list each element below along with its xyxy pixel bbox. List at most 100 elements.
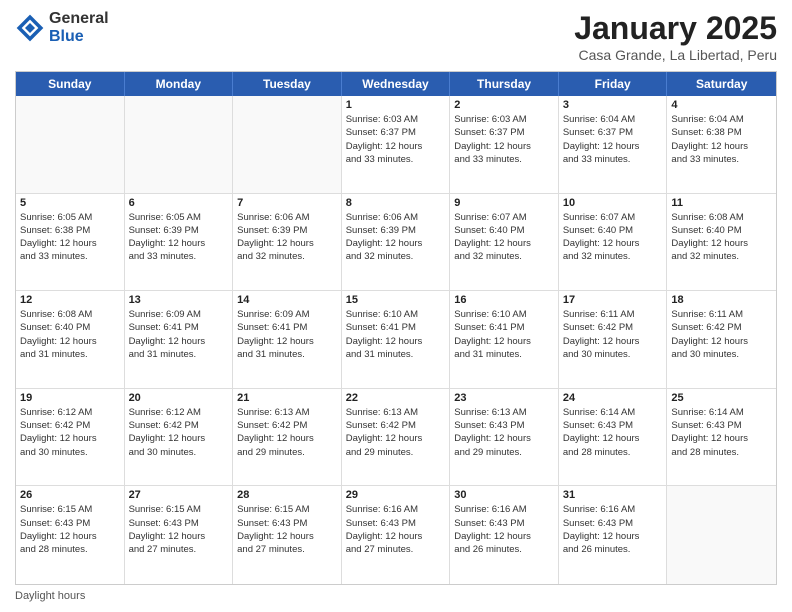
header-day-sunday: Sunday bbox=[16, 72, 125, 96]
week-row-2: 5 Sunrise: 6:05 AMSunset: 6:38 PMDaylight… bbox=[16, 194, 776, 292]
day-info: Sunrise: 6:11 AMSunset: 6:42 PMDaylight:… bbox=[671, 308, 772, 361]
day-number: 12 bbox=[20, 294, 120, 306]
cal-cell: 30Sunrise: 6:16 AMSunset: 6:43 PMDayligh… bbox=[450, 486, 559, 584]
cal-cell: 11 Sunrise: 6:08 AMSunset: 6:40 PMDayligh… bbox=[667, 194, 776, 291]
cal-cell: 23Sunrise: 6:13 AMSunset: 6:43 PMDayligh… bbox=[450, 389, 559, 486]
title-block: January 2025 Casa Grande, La Libertad, P… bbox=[574, 10, 777, 63]
header-day-saturday: Saturday bbox=[667, 72, 776, 96]
day-number: 20 bbox=[129, 392, 229, 404]
week-row-1: 1 Sunrise: 6:03 AMSunset: 6:37 PMDaylight… bbox=[16, 96, 776, 194]
cal-cell: 5 Sunrise: 6:05 AMSunset: 6:38 PMDaylight… bbox=[16, 194, 125, 291]
cal-cell: 3 Sunrise: 6:04 AMSunset: 6:37 PMDaylight… bbox=[559, 96, 668, 193]
day-info: Sunrise: 6:07 AMSunset: 6:40 PMDaylight:… bbox=[454, 211, 554, 264]
cal-cell: 20 Sunrise: 6:12 AMSunset: 6:42 PMDayligh… bbox=[125, 389, 234, 486]
day-number: 19 bbox=[20, 392, 120, 404]
day-number: 28 bbox=[237, 489, 337, 501]
day-info: Sunrise: 6:16 AMSunset: 6:43 PMDaylight:… bbox=[563, 503, 663, 556]
cal-cell: 25 Sunrise: 6:14 AMSunset: 6:43 PMDayligh… bbox=[667, 389, 776, 486]
day-number: 18 bbox=[671, 294, 772, 306]
cal-cell: 14 Sunrise: 6:09 AMSunset: 6:41 PMDayligh… bbox=[233, 291, 342, 388]
day-info: Sunrise: 6:16 AMSunset: 6:43 PMDaylight:… bbox=[346, 503, 446, 556]
day-info: Sunrise: 6:14 AMSunset: 6:43 PMDaylight:… bbox=[671, 406, 772, 459]
day-info: Sunrise: 6:06 AMSunset: 6:39 PMDaylight:… bbox=[237, 211, 337, 264]
calendar-header: SundayMondayTuesdayWednesdayThursdayFrid… bbox=[16, 72, 776, 96]
day-number: 8 bbox=[346, 197, 446, 209]
day-number: 3 bbox=[563, 99, 663, 111]
day-number: 2 bbox=[454, 99, 554, 111]
day-info: Sunrise: 6:15 AMSunset: 6:43 PMDaylight:… bbox=[237, 503, 337, 556]
day-number: 11 bbox=[671, 197, 772, 209]
cal-cell: 29Sunrise: 6:16 AMSunset: 6:43 PMDayligh… bbox=[342, 486, 451, 584]
cal-cell: 6Sunrise: 6:05 AMSunset: 6:39 PMDaylight… bbox=[125, 194, 234, 291]
header: General Blue January 2025 Casa Grande, L… bbox=[15, 10, 777, 63]
cal-cell: 16Sunrise: 6:10 AMSunset: 6:41 PMDayligh… bbox=[450, 291, 559, 388]
day-number: 5 bbox=[20, 197, 120, 209]
day-number: 10 bbox=[563, 197, 663, 209]
header-day-thursday: Thursday bbox=[450, 72, 559, 96]
day-info: Sunrise: 6:16 AMSunset: 6:43 PMDaylight:… bbox=[454, 503, 554, 556]
day-info: Sunrise: 6:09 AMSunset: 6:41 PMDaylight:… bbox=[129, 308, 229, 361]
day-number: 14 bbox=[237, 294, 337, 306]
day-number: 31 bbox=[563, 489, 663, 501]
day-number: 24 bbox=[563, 392, 663, 404]
day-info: Sunrise: 6:04 AMSunset: 6:37 PMDaylight:… bbox=[563, 113, 663, 166]
cal-cell bbox=[233, 96, 342, 193]
calendar-body: 1 Sunrise: 6:03 AMSunset: 6:37 PMDaylight… bbox=[16, 96, 776, 584]
day-info: Sunrise: 6:08 AMSunset: 6:40 PMDaylight:… bbox=[671, 211, 772, 264]
day-info: Sunrise: 6:14 AMSunset: 6:43 PMDaylight:… bbox=[563, 406, 663, 459]
header-day-friday: Friday bbox=[559, 72, 668, 96]
day-number: 22 bbox=[346, 392, 446, 404]
day-info: Sunrise: 6:08 AMSunset: 6:40 PMDaylight:… bbox=[20, 308, 120, 361]
cal-cell: 27Sunrise: 6:15 AMSunset: 6:43 PMDayligh… bbox=[125, 486, 234, 584]
logo-blue: Blue bbox=[49, 28, 109, 46]
week-row-4: 19 Sunrise: 6:12 AMSunset: 6:42 PMDayligh… bbox=[16, 389, 776, 487]
header-day-wednesday: Wednesday bbox=[342, 72, 451, 96]
day-number: 6 bbox=[129, 197, 229, 209]
week-row-5: 26 Sunrise: 6:15 AMSunset: 6:43 PMDayligh… bbox=[16, 486, 776, 584]
day-info: Sunrise: 6:11 AMSunset: 6:42 PMDaylight:… bbox=[563, 308, 663, 361]
cal-cell: 9 Sunrise: 6:07 AMSunset: 6:40 PMDaylight… bbox=[450, 194, 559, 291]
day-number: 1 bbox=[346, 99, 446, 111]
cal-cell bbox=[125, 96, 234, 193]
cal-cell bbox=[667, 486, 776, 584]
week-row-3: 12 Sunrise: 6:08 AMSunset: 6:40 PMDayligh… bbox=[16, 291, 776, 389]
day-number: 4 bbox=[671, 99, 772, 111]
day-info: Sunrise: 6:03 AMSunset: 6:37 PMDaylight:… bbox=[454, 113, 554, 166]
cal-cell: 8Sunrise: 6:06 AMSunset: 6:39 PMDaylight… bbox=[342, 194, 451, 291]
cal-cell: 21Sunrise: 6:13 AMSunset: 6:42 PMDayligh… bbox=[233, 389, 342, 486]
day-number: 25 bbox=[671, 392, 772, 404]
day-info: Sunrise: 6:05 AMSunset: 6:38 PMDaylight:… bbox=[20, 211, 120, 264]
cal-cell bbox=[16, 96, 125, 193]
cal-cell: 26Sunrise: 6:15 AMSunset: 6:43 PMDayligh… bbox=[16, 486, 125, 584]
cal-cell: 1 Sunrise: 6:03 AMSunset: 6:37 PMDaylight… bbox=[342, 96, 451, 193]
day-info: Sunrise: 6:13 AMSunset: 6:42 PMDaylight:… bbox=[237, 406, 337, 459]
logo-general: General bbox=[49, 10, 109, 28]
day-info: Sunrise: 6:03 AMSunset: 6:37 PMDaylight:… bbox=[346, 113, 446, 166]
page: General Blue January 2025 Casa Grande, L… bbox=[0, 0, 792, 612]
cal-cell: 19 Sunrise: 6:12 AMSunset: 6:42 PMDayligh… bbox=[16, 389, 125, 486]
day-info: Sunrise: 6:07 AMSunset: 6:40 PMDaylight:… bbox=[563, 211, 663, 264]
footer: Daylight hours bbox=[15, 590, 777, 602]
calendar: SundayMondayTuesdayWednesdayThursdayFrid… bbox=[15, 71, 777, 585]
logo: General Blue bbox=[15, 10, 109, 45]
cal-cell: 28 Sunrise: 6:15 AMSunset: 6:43 PMDayligh… bbox=[233, 486, 342, 584]
day-info: Sunrise: 6:10 AMSunset: 6:41 PMDaylight:… bbox=[454, 308, 554, 361]
day-info: Sunrise: 6:09 AMSunset: 6:41 PMDaylight:… bbox=[237, 308, 337, 361]
title-month: January 2025 bbox=[574, 10, 777, 47]
day-number: 9 bbox=[454, 197, 554, 209]
day-number: 15 bbox=[346, 294, 446, 306]
day-number: 27 bbox=[129, 489, 229, 501]
day-number: 13 bbox=[129, 294, 229, 306]
day-number: 26 bbox=[20, 489, 120, 501]
day-number: 17 bbox=[563, 294, 663, 306]
day-number: 7 bbox=[237, 197, 337, 209]
cal-cell: 24 Sunrise: 6:14 AMSunset: 6:43 PMDayligh… bbox=[559, 389, 668, 486]
cal-cell: 4 Sunrise: 6:04 AMSunset: 6:38 PMDaylight… bbox=[667, 96, 776, 193]
day-info: Sunrise: 6:13 AMSunset: 6:42 PMDaylight:… bbox=[346, 406, 446, 459]
cal-cell: 2 Sunrise: 6:03 AMSunset: 6:37 PMDaylight… bbox=[450, 96, 559, 193]
daylight-label: Daylight hours bbox=[15, 590, 85, 602]
day-info: Sunrise: 6:12 AMSunset: 6:42 PMDaylight:… bbox=[129, 406, 229, 459]
logo-text: General Blue bbox=[49, 10, 109, 45]
day-info: Sunrise: 6:12 AMSunset: 6:42 PMDaylight:… bbox=[20, 406, 120, 459]
day-info: Sunrise: 6:04 AMSunset: 6:38 PMDaylight:… bbox=[671, 113, 772, 166]
